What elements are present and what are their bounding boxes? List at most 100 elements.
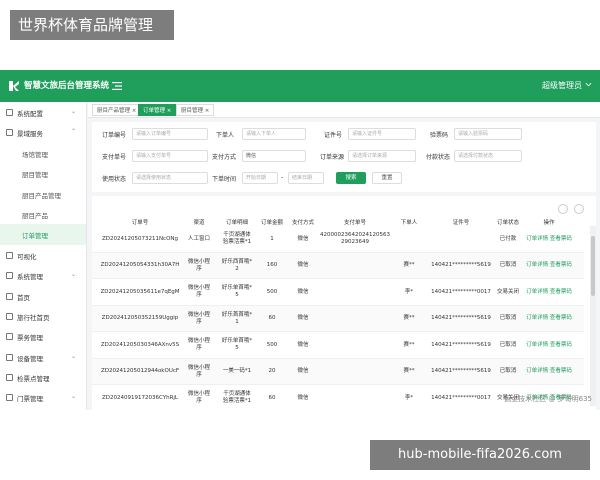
table-cell: 千页湖通体 验票活票*1 [222,232,252,245]
sidebar-item[interactable]: chart-icon 可视化 [0,245,86,265]
table-cell: 140421*********0017 [431,394,491,401]
tab-item-product-mgmt[interactable]: 厨目产品管理 × [92,104,142,116]
sidebar-item[interactable]: 厨目管理 [0,163,86,183]
url-tag: hub-mobile-fifa2026.com [370,440,590,470]
sidebar-item[interactable]: settings-icon 系统配置 ⌄ [0,102,86,122]
sidebar-item-label: 系统配置 [17,110,43,118]
sidebar-item[interactable]: 订单管理 [0,224,86,245]
sidebar-item-label: 厨目管理 [22,171,48,180]
pay-no-label: 支付单号 [102,154,127,161]
chart-icon: chart-icon [6,251,13,259]
sidebar-item[interactable]: home-icon 首页 [0,286,86,306]
table-cell: 已付款 [499,235,517,242]
sidebar-item-label: 景域服务 [17,130,43,139]
table-row: ZD20241205012944okOUcF 微信小程 序 一美一码*1 20 微信 赛*… [92,358,584,385]
scrollbar-thumb[interactable] [591,236,595,296]
order-source-select[interactable]: 请选择订单来源 [348,150,416,162]
table-cell: 已取消 [499,341,517,348]
sidebar: settings-icon 系统配置 ⌄ service-icon 景域服务 ⌃ 场馆管理厨… [0,102,87,410]
sidebar-item[interactable]: agency-icon 旅行社首页 [0,306,86,326]
table-cell: 60 [268,315,276,321]
table-cell: 1 [270,235,274,242]
buyer-input[interactable]: 请输入下单人 [242,128,306,140]
row-actions[interactable]: 订单详情 查看票码 [520,289,578,296]
reset-button[interactable]: 重置 [372,172,402,184]
table-cell: 好乐首首哦* 1 [221,311,253,325]
sidebar-item[interactable]: 厨目产品 [0,204,86,224]
sidebar-item[interactable]: 厨目产品管理 [0,184,86,204]
use-status-select[interactable]: 请选择使用状态 [132,172,208,184]
sidebar-item[interactable]: device-icon 设备管理 ⌄ [0,347,86,367]
tab-item-mgmt[interactable]: 厨目管理 × [176,104,215,116]
chevron-up-icon[interactable]: ⌃ [71,128,76,135]
pay-method-select[interactable]: 微信 [242,150,306,162]
chevron-down-icon[interactable]: ⌄ [71,108,76,115]
end-date-input[interactable]: 结束日期 [288,172,324,184]
sidebar-item-label: 设备管理 [17,354,43,363]
table-cell: 微信 [297,394,309,401]
start-date-input[interactable]: 开始日期 [242,172,278,184]
admin-user-menu[interactable]: 超级管理员 [542,80,582,91]
column-header[interactable]: 支付单号 [318,218,392,226]
search-button[interactable]: 搜索 [336,172,366,184]
chevron-down-icon[interactable]: ⌄ [71,393,76,400]
order-source-label: 订单来源 [320,154,345,161]
column-header[interactable]: 订单号 [100,218,180,226]
table-row: ZD20241205054331h30A7H 微信小程 序好乐西首哦* 2 160 微… [92,252,584,279]
order-no-input[interactable]: 请输入订单编号 [132,128,208,140]
agency-icon: agency-icon [6,312,13,320]
table-cell: 140421*********0017 [431,288,491,295]
page: 世界杯体育品牌管理 智慧文旅后台管理系统 超级管理员 settings-icon… [0,0,600,480]
checkpoint-icon: checkpoint-icon [6,374,13,382]
sidebar-item-label: 厨目产品 [22,211,48,220]
table-cell: 60 [268,394,276,401]
row-actions[interactable]: 订单详情 查看票码 [520,315,578,322]
column-header[interactable]: 渠道 [184,218,214,226]
sidebar-item[interactable]: service-icon 景域服务 ⌃ [0,122,86,142]
device-icon: device-icon [6,353,13,361]
column-header[interactable]: 下单人 [394,218,424,226]
row-actions[interactable]: 订单详情 查看票码 [520,262,578,269]
table-cell: 千页湖通体 验票活票*1 [222,391,252,404]
tab-order-mgmt[interactable]: 订单管理 × [138,104,177,116]
column-header[interactable]: 订单金额 [258,218,286,226]
table-cell: ZD20241205073211NcONg [101,235,179,242]
table-cell: 赛** [403,262,415,268]
column-header[interactable]: 支付方式 [290,218,316,226]
sidebar-item[interactable]: 场馆管理 [0,143,86,163]
column-header[interactable]: 证件号 [430,218,492,226]
table-cell: 李* [404,288,414,295]
sidebar-item[interactable]: gate-icon 门票管理 ⌄ [0,387,86,407]
verify-code-label: 验票码 [430,132,449,139]
table-cell: 42000023642024120563 29023649 [320,232,390,245]
search-icon[interactable] [558,204,568,214]
row-actions[interactable]: 订单详情 查看票码 [520,236,578,243]
table-cell: 微信小程 序 [187,311,210,325]
refresh-icon[interactable] [574,204,584,214]
column-header[interactable]: 订单状态 [496,218,520,226]
sidebar-item-label: 订单管理 [22,232,48,241]
sidebar-item[interactable]: checkpoint-icon 检票点管理 [0,367,86,387]
chevron-down-icon[interactable]: ⌄ [71,353,76,360]
sidebar-item[interactable]: system-icon 系统管理 ⌄ [0,265,86,285]
chevron-down-icon[interactable]: ⌄ [71,271,76,278]
table-row: ZD20241205073211NcONg 人工窗口 千页湖通体 验票活票*1 1 微信… [92,226,584,253]
table-cell: 微信 [297,341,309,348]
top-bar: 智慧文旅后台管理系统 超级管理员 [0,70,600,102]
verify-code-input[interactable]: 请输入验票码 [454,128,522,140]
gate-icon: gate-icon [6,394,13,402]
sidebar-item[interactable]: ticket-icon 票务管理 [0,326,86,346]
column-header[interactable]: 操作 [520,218,578,226]
pay-no-input[interactable]: 请输入支付单号 [132,150,208,162]
column-header[interactable]: 订单明细 [218,218,256,226]
app-title: 智慧文旅后台管理系统 [24,81,110,91]
row-actions[interactable]: 订单详情 查看票码 [520,368,578,375]
table-cell: 500 [266,341,278,348]
row-actions[interactable]: 订单详情 查看票码 [520,342,578,349]
id-no-input[interactable]: 请输入证件号 [348,128,416,140]
table-cell: 好乐西首哦* 2 [221,258,253,272]
chevron-down-icon[interactable] [585,81,592,88]
table-cell: 人工窗口 [187,235,210,242]
pay-status-select[interactable]: 请选择付款状态 [454,150,522,162]
menu-toggle-icon[interactable] [112,81,122,91]
